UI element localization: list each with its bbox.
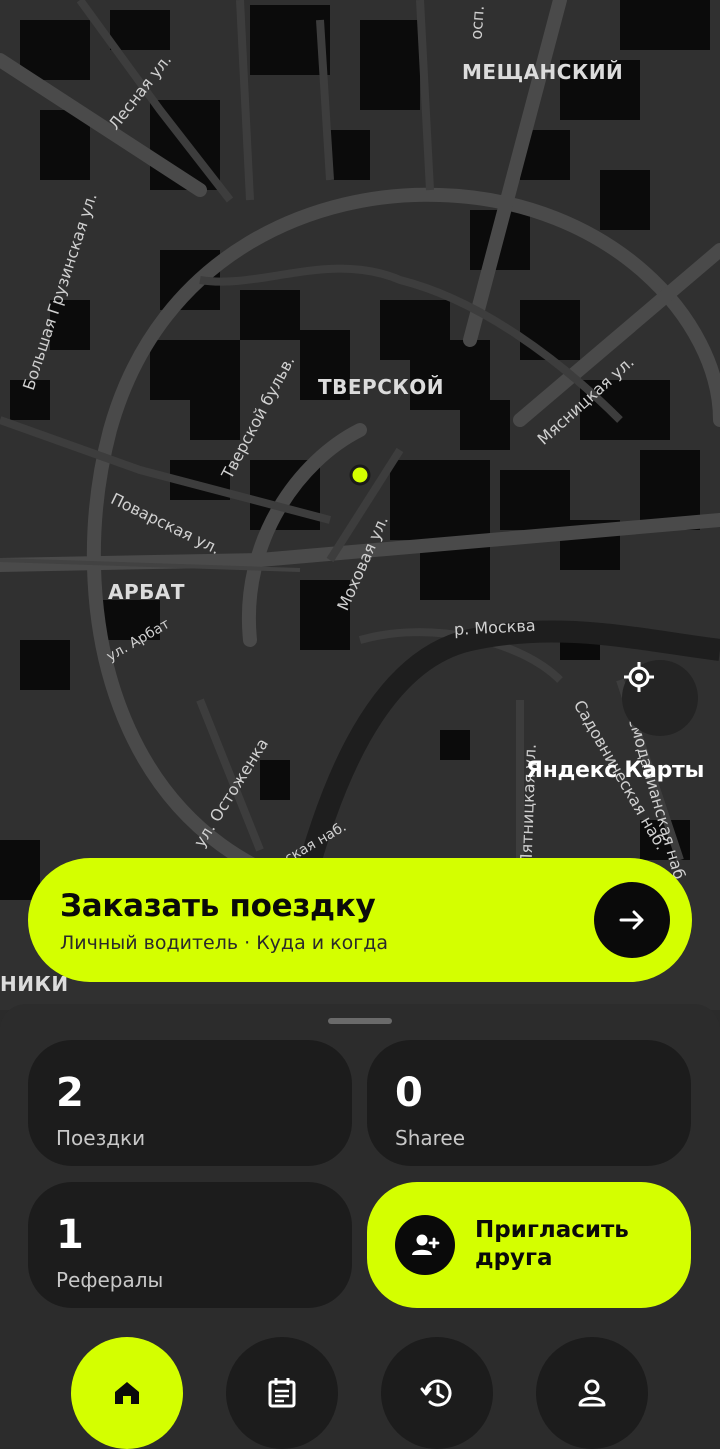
district-label-meshchansky: МЕЩАНСКИЙ — [462, 60, 624, 84]
order-subtitle: Личный водитель · Куда и когда — [60, 932, 389, 954]
stat-tile-trips[interactable]: 2 Поездки — [28, 1040, 352, 1166]
location-pin — [349, 464, 371, 486]
home-icon — [115, 1382, 139, 1404]
nav-profile[interactable] — [536, 1337, 648, 1449]
nav-home[interactable] — [71, 1337, 183, 1449]
district-label-arbat: АРБАТ — [108, 580, 186, 604]
calendar-icon — [268, 1378, 296, 1408]
stat-value: 2 — [56, 1070, 84, 1116]
district-label-tverskoy: ТВЕРСКОЙ — [318, 375, 444, 399]
order-ride-card[interactable]: Заказать поездку Личный водитель · Куда … — [28, 858, 692, 982]
stat-value: 0 — [395, 1070, 423, 1116]
stat-label: Рефералы — [56, 1268, 164, 1292]
person-add-icon — [395, 1215, 455, 1275]
my-location-button[interactable] — [622, 660, 698, 736]
order-go-button[interactable] — [594, 882, 670, 958]
stat-label: Sharee — [395, 1126, 466, 1150]
stat-value: 1 — [56, 1212, 84, 1258]
history-icon — [420, 1379, 452, 1407]
profile-icon — [578, 1379, 606, 1407]
district-label-niki: НИКИ — [0, 972, 69, 996]
invite-label: Пригласить друга — [475, 1217, 629, 1271]
bottom-sheet: 2 Поездки 0 Sharee 1 Рефералы Пригласить… — [0, 1004, 720, 1449]
crosshair-icon — [624, 662, 654, 692]
invite-friend-button[interactable]: Пригласить друга — [367, 1182, 691, 1308]
nav-history[interactable] — [381, 1337, 493, 1449]
map-attribution[interactable]: Яндекс Карты — [526, 758, 704, 783]
stat-tile-referrals[interactable]: 1 Рефералы — [28, 1182, 352, 1308]
sheet-drag-handle[interactable] — [328, 1018, 392, 1024]
street-label: осп. — [466, 4, 488, 41]
stat-label: Поездки — [56, 1126, 146, 1150]
arrow-right-icon — [619, 910, 644, 930]
order-title: Заказать поездку — [60, 888, 376, 924]
nav-schedule[interactable] — [226, 1337, 338, 1449]
stat-tile-sharee[interactable]: 0 Sharee — [367, 1040, 691, 1166]
